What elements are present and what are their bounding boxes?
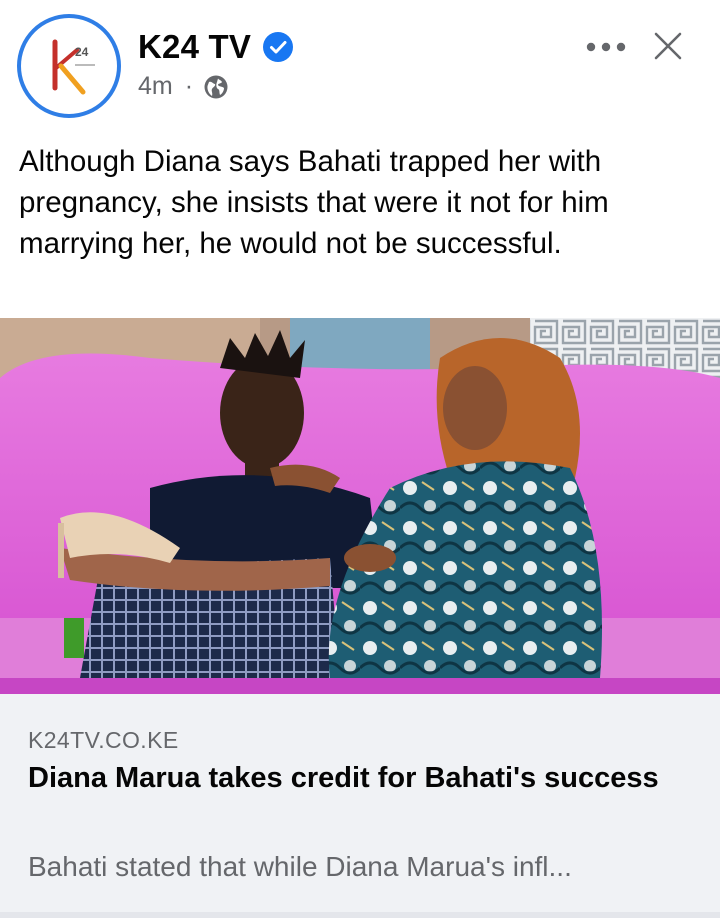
post-timestamp[interactable]: 4m bbox=[138, 72, 173, 101]
post-meta: 4m · bbox=[138, 72, 229, 101]
more-options-button[interactable] bbox=[584, 30, 628, 64]
page-avatar[interactable]: 24 bbox=[17, 14, 121, 118]
post-image[interactable] bbox=[0, 318, 720, 694]
page-name[interactable]: K24 TV bbox=[138, 28, 251, 66]
post-header: 24 K24 TV 4m · bbox=[0, 0, 720, 130]
meta-separator: · bbox=[184, 72, 194, 100]
post-text: Although Diana says Bahati trapped her w… bbox=[19, 145, 609, 260]
close-post-button[interactable] bbox=[648, 26, 688, 66]
globe-icon[interactable] bbox=[203, 74, 229, 100]
card-divider bbox=[0, 912, 720, 918]
link-title[interactable]: Diana Marua takes credit for Bahati's su… bbox=[28, 756, 668, 800]
k24-logo: 24 bbox=[21, 18, 117, 114]
page-name-row: K24 TV bbox=[138, 28, 294, 66]
logo-text: 24 bbox=[75, 45, 89, 59]
close-icon bbox=[654, 32, 682, 60]
verified-badge-icon bbox=[263, 32, 294, 62]
link-domain: K24TV.CO.KE bbox=[28, 727, 179, 753]
link-description: Bahati stated that while Diana Marua's i… bbox=[28, 851, 572, 882]
more-horizontal-icon bbox=[586, 42, 626, 52]
